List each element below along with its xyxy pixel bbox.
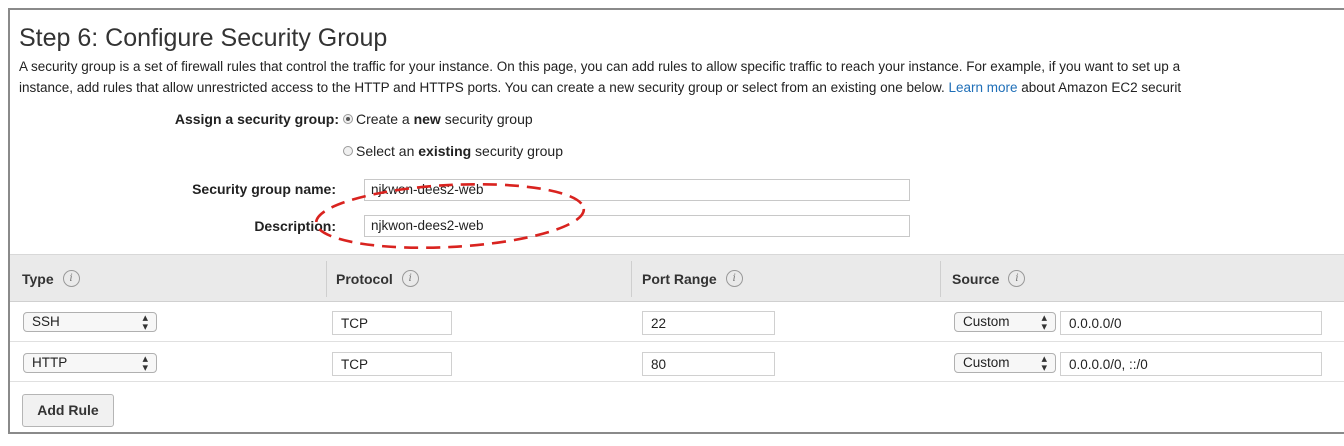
- column-divider: [631, 261, 632, 297]
- learn-more-link[interactable]: Learn more: [948, 80, 1017, 95]
- description-label: Description:: [254, 218, 336, 234]
- intro-line-2: instance, add rules that allow unrestric…: [19, 77, 1344, 98]
- type-select-value: HTTP: [32, 355, 68, 370]
- page-title: Step 6: Configure Security Group: [19, 24, 388, 52]
- intro-line-2-tail: about Amazon EC2 securit: [1017, 80, 1182, 95]
- info-icon[interactable]: i: [62, 270, 80, 287]
- source-select-value: Custom: [963, 314, 1010, 329]
- table-row: HTTP ▴ ▾ TCP 80 Custom ▴ ▾ 0.0.0.0/0, ::/0: [10, 342, 1344, 382]
- port-range-input[interactable]: 22: [642, 311, 775, 335]
- header-type-label: Type: [22, 270, 54, 287]
- radio-existing-suffix: security group: [471, 143, 563, 159]
- port-range-input[interactable]: 80: [642, 352, 775, 376]
- intro-line-2-text: instance, add rules that allow unrestric…: [19, 80, 949, 95]
- type-select[interactable]: HTTP ▴ ▾: [23, 353, 157, 374]
- column-divider: [940, 261, 941, 297]
- header-type: Type i: [22, 270, 80, 287]
- radio-select-existing[interactable]: Select an existing security group: [343, 143, 563, 159]
- assign-security-group-label: Assign a security group:: [174, 111, 339, 127]
- type-select[interactable]: SSH ▴ ▾: [23, 312, 157, 333]
- type-select-value: SSH: [32, 314, 60, 329]
- header-port-range-label: Port Range: [642, 270, 717, 287]
- source-select-value: Custom: [963, 355, 1010, 370]
- up-down-chevron-icon: ▴ ▾: [1041, 312, 1047, 333]
- protocol-field[interactable]: TCP: [332, 352, 452, 376]
- up-down-chevron-icon: ▴ ▾: [142, 353, 148, 374]
- add-rule-button[interactable]: Add Rule: [22, 394, 114, 427]
- header-port-range: Port Range i: [642, 270, 743, 287]
- info-icon[interactable]: i: [401, 270, 419, 287]
- security-group-panel: Step 6: Configure Security Group A secur…: [8, 8, 1344, 434]
- radio-select-existing-label: Select an existing security group: [356, 143, 563, 159]
- source-select[interactable]: Custom ▴ ▾: [954, 353, 1056, 374]
- radio-existing-prefix: Select an: [356, 143, 419, 159]
- source-cidr-input[interactable]: 0.0.0.0/0, ::/0: [1060, 352, 1322, 376]
- radio-create-new-prefix: Create a: [356, 111, 414, 127]
- protocol-field[interactable]: TCP: [332, 311, 452, 335]
- info-icon[interactable]: i: [725, 270, 743, 287]
- header-source-label: Source: [952, 270, 1000, 287]
- security-group-name-input[interactable]: njkwon-dees2-web: [364, 179, 910, 201]
- header-protocol-label: Protocol: [336, 270, 393, 287]
- radio-create-new[interactable]: Create a new security group: [343, 111, 533, 127]
- info-icon[interactable]: i: [1008, 270, 1026, 287]
- radio-unselected-icon[interactable]: [343, 146, 353, 156]
- up-down-chevron-icon: ▴ ▾: [1041, 353, 1047, 374]
- rules-table-header: Type i Protocol i Port Range i Source i: [10, 254, 1344, 302]
- radio-create-new-bold: new: [413, 111, 441, 127]
- table-row: SSH ▴ ▾ TCP 22 Custom ▴ ▾ 0.0.0.0/0: [10, 302, 1344, 342]
- header-protocol: Protocol i: [336, 270, 419, 287]
- intro-line-1: A security group is a set of firewall ru…: [19, 59, 1181, 74]
- source-select[interactable]: Custom ▴ ▾: [954, 312, 1056, 333]
- radio-create-new-suffix: security group: [440, 111, 533, 127]
- source-cidr-input[interactable]: 0.0.0.0/0: [1060, 311, 1322, 335]
- radio-create-new-label: Create a new security group: [356, 111, 533, 127]
- radio-existing-bold: existing: [418, 143, 472, 159]
- description-input[interactable]: njkwon-dees2-web: [364, 215, 910, 237]
- up-down-chevron-icon: ▴ ▾: [142, 312, 148, 333]
- header-source: Source i: [952, 270, 1026, 287]
- radio-selected-icon[interactable]: [343, 114, 353, 124]
- security-group-name-label: Security group name:: [192, 181, 336, 197]
- intro-text: A security group is a set of firewall ru…: [19, 56, 1344, 98]
- column-divider: [326, 261, 327, 297]
